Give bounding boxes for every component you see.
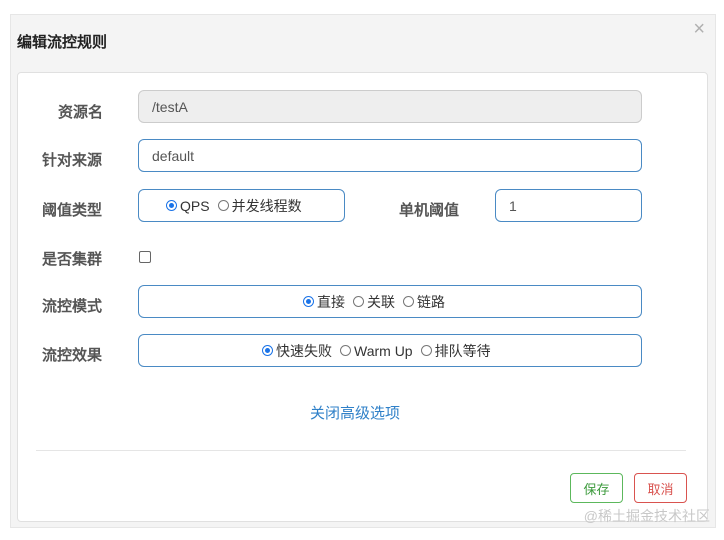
control-mode-chain-radio[interactable]: 链路 [403,292,445,312]
radio-selected-icon [303,296,314,307]
close-advanced-options-link[interactable]: 关闭高级选项 [310,402,400,423]
limit-app-label: 针对来源 [42,152,103,169]
resource-name-field: /testA [138,90,642,123]
control-mode-direct-radio[interactable]: 直接 [303,292,345,312]
control-effect-fast-fail-radio[interactable]: 快速失败 [262,341,332,361]
radio-selected-icon [262,345,273,356]
threshold-type-group: QPS 并发线程数 [138,189,345,222]
radio-unselected-icon [403,296,414,307]
single-threshold-value: 1 [509,197,517,214]
radio-selected-icon [166,200,177,211]
control-mode-label: 流控模式 [42,298,103,315]
form-panel: 资源名 /testA 针对来源 default 阈值类型 QPS 并发线程数 单… [17,72,708,522]
control-mode-relate-radio[interactable]: 关联 [353,292,395,312]
control-mode-group: 直接 关联 链路 [138,285,642,318]
divider [36,450,686,451]
radio-label: 快速失败 [276,342,332,359]
single-threshold-label: 单机阈值 [399,202,460,219]
radio-label: 关联 [367,293,395,310]
radio-unselected-icon [420,345,432,356]
control-effect-group: 快速失败 Warm Up 排队等待 [138,334,642,367]
save-button[interactable]: 保存 [570,473,623,503]
watermark: @稀土掘金技术社区 [583,508,710,524]
limit-app-value: default [152,147,195,164]
radio-unselected-icon [340,345,351,356]
control-effect-queue-radio[interactable]: 排队等待 [420,341,491,361]
radio-label: Warm Up [354,342,413,359]
edit-flow-rule-dialog: 编辑流控规则 × 资源名 /testA 针对来源 default 阈值类型 QP… [10,14,716,528]
radio-label: 排队等待 [434,342,491,359]
threshold-type-threads-radio[interactable]: 并发线程数 [217,196,302,216]
single-threshold-input[interactable]: 1 [495,189,642,222]
threshold-type-qps-radio[interactable]: QPS [166,198,210,214]
radio-label: 直接 [317,293,345,310]
resource-name-label: 资源名 [58,104,104,121]
threshold-type-label: 阈值类型 [42,202,103,219]
control-effect-warm-up-radio[interactable]: Warm Up [340,343,413,359]
cancel-button[interactable]: 取消 [634,473,687,503]
radio-unselected-icon [217,200,229,211]
limit-app-input[interactable]: default [138,139,642,172]
radio-label: QPS [180,197,210,214]
radio-label: 并发线程数 [231,197,302,214]
control-effect-label: 流控效果 [42,347,103,364]
radio-label: 链路 [417,293,445,310]
radio-unselected-icon [353,296,364,307]
close-icon[interactable]: × [693,17,705,41]
cluster-checkbox[interactable] [139,251,151,263]
resource-name-value: /testA [152,98,188,115]
cluster-label: 是否集群 [42,251,103,268]
dialog-title: 编辑流控规则 [17,34,108,51]
